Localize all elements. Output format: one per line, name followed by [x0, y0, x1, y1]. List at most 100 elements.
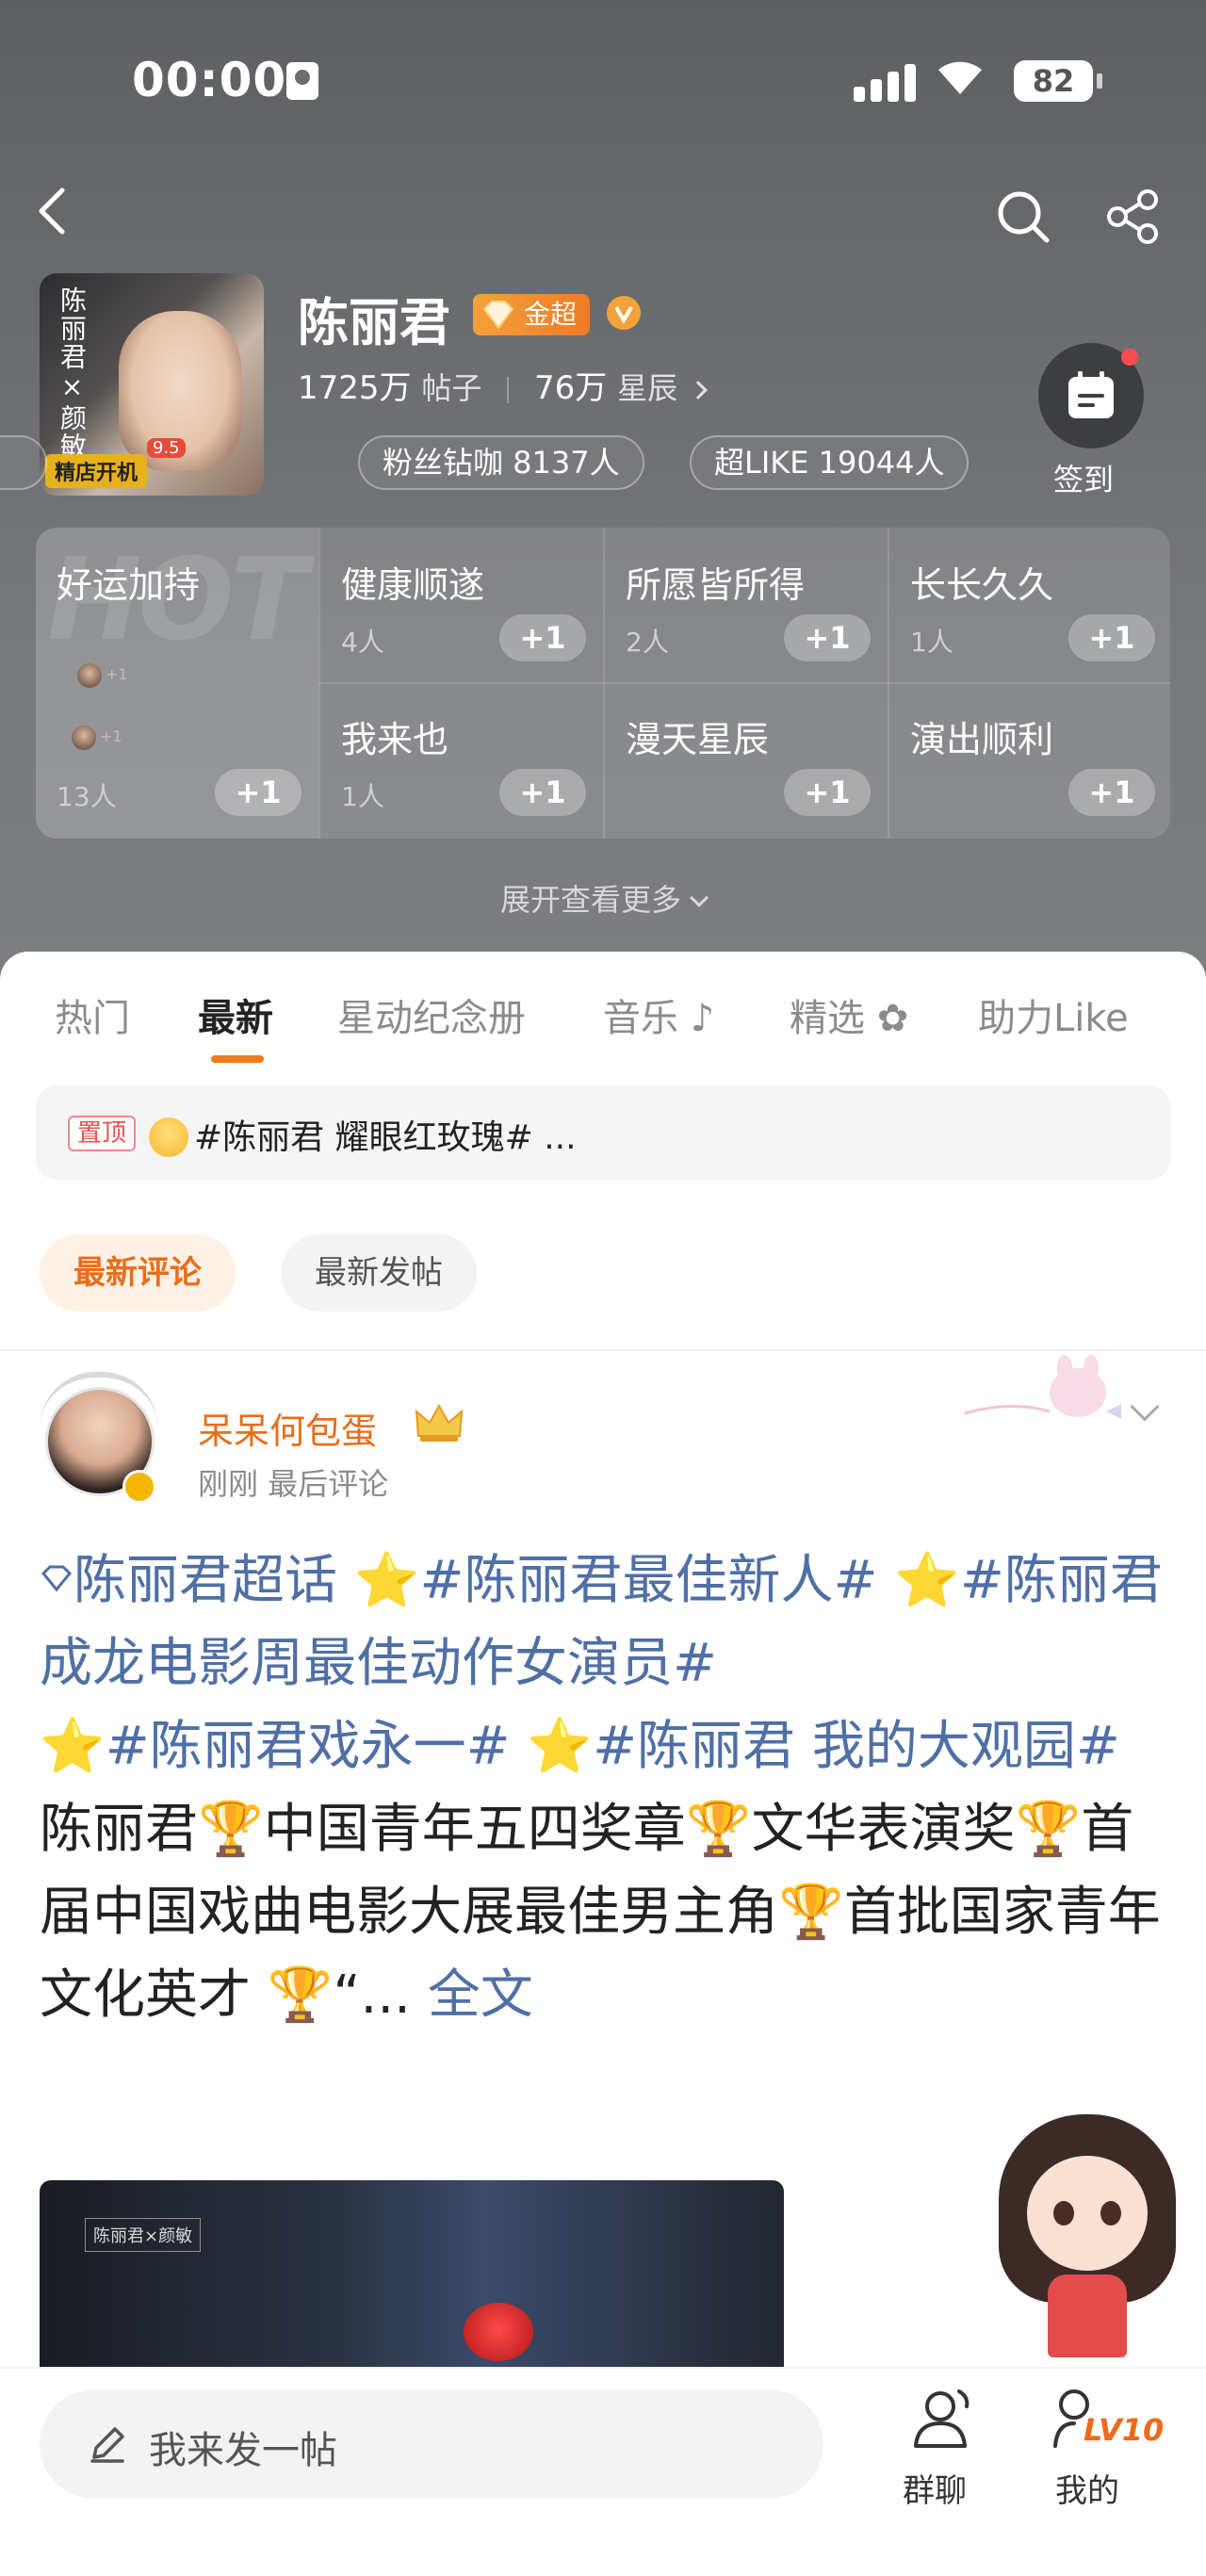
- feed-panel: 热门 最新 星动纪念册 音乐 ♪ 精选 ✿ 助力Like 置顶 #陈丽君 耀眼红…: [0, 952, 1206, 2576]
- author-avatar[interactable]: [40, 1372, 158, 1504]
- stardust-label: 星辰: [617, 370, 678, 406]
- gold-super-badge[interactable]: 金超: [473, 294, 591, 335]
- tab-boost-like[interactable]: 助力Like: [978, 987, 1129, 1042]
- wishes-grid: HOT 好运加持 +1 +1 13人 +1 健康顺遂 4人 +1 所愿皆所得 2…: [36, 528, 1170, 839]
- wish-featured-count: 13人: [57, 781, 117, 812]
- avatar: [77, 663, 102, 688]
- trophy-icon: 🏆: [1015, 1799, 1082, 1860]
- diamond-icon: [41, 1565, 73, 1592]
- red-flower-graphic: [464, 2303, 533, 2361]
- plus-one-button[interactable]: +1: [499, 769, 586, 816]
- plus-one-button[interactable]: +1: [1068, 614, 1155, 661]
- wish-title: 漫天星辰: [626, 719, 770, 760]
- body-text: 陈丽君: [40, 1799, 198, 1860]
- compose-placeholder: 我来发一帖: [149, 2429, 337, 2472]
- bunny-sticker-icon: [964, 1355, 1121, 1419]
- group-chat-button[interactable]: 群聊: [899, 2384, 984, 2516]
- contact-card-icon: [286, 62, 318, 100]
- back-arrow-icon[interactable]: [30, 185, 77, 237]
- hashtag-link[interactable]: #陈丽君戏永一#: [106, 1716, 528, 1777]
- avatar: [72, 726, 96, 750]
- group-stats[interactable]: 1725万 帖子 76万 星辰: [298, 362, 708, 408]
- chevron-down-icon: [690, 889, 709, 907]
- wish-count: 2人: [626, 627, 669, 658]
- star-icon: ⭐: [353, 1550, 420, 1611]
- fan-pills-row: 粉丝钻咖 8137人 超LIKE 19044人: [0, 435, 1036, 490]
- wish-count: 1人: [910, 627, 953, 658]
- pill-partial[interactable]: [0, 435, 47, 490]
- post-image[interactable]: 陈丽君×颜敏: [40, 2180, 784, 2369]
- bottom-bar: 我来发一帖 群聊 LV10 我的: [0, 2367, 1206, 2576]
- wish-title: 健康顺遂: [341, 564, 485, 606]
- pill-fan-diamond[interactable]: 粉丝钻咖 8137人: [358, 435, 644, 490]
- read-full-link[interactable]: 全文: [428, 1965, 533, 2026]
- level-badge: LV10: [1084, 2412, 1165, 2448]
- battery-indicator: 82: [1014, 60, 1102, 102]
- divider: [0, 1349, 1206, 1351]
- checkin-label: 签到: [1053, 462, 1115, 497]
- mini-plus-label: +1: [106, 665, 128, 683]
- body-text: 中国青年五四奖章: [263, 1799, 686, 1860]
- trophy-icon: 🏆: [267, 1965, 334, 2026]
- tab-music-label: 音乐: [603, 997, 678, 1040]
- trophy-icon: 🏆: [685, 1799, 752, 1860]
- filter-latest-comment[interactable]: 最新评论: [40, 1234, 236, 1312]
- stats-separator: [507, 376, 510, 403]
- tab-music[interactable]: 音乐 ♪: [603, 987, 714, 1042]
- plus-one-button[interactable]: +1: [499, 614, 586, 661]
- star-icon: ⭐: [894, 1550, 960, 1611]
- tab-featured[interactable]: 精选 ✿: [790, 987, 908, 1042]
- search-icon[interactable]: [995, 188, 1051, 245]
- plus-one-button[interactable]: +1: [215, 769, 302, 816]
- chevron-right-icon: [688, 380, 708, 399]
- pill-super-like[interactable]: 超LIKE 19044人: [690, 435, 970, 490]
- my-profile-label: 我的: [1055, 2472, 1119, 2510]
- filter-latest-post[interactable]: 最新发帖: [281, 1234, 477, 1312]
- super-topic-text[interactable]: 陈丽君超话: [73, 1550, 354, 1611]
- wish-title: 我来也: [341, 719, 449, 760]
- pinned-post[interactable]: 置顶 #陈丽君 耀眼红玫瑰# ...: [36, 1085, 1170, 1180]
- star-icon: ⭐: [527, 1716, 594, 1777]
- mascot-face: [1027, 2156, 1148, 2271]
- wish-featured-title: 好运加持: [57, 564, 201, 606]
- share-icon[interactable]: [1104, 188, 1163, 245]
- verified-icon: [122, 1470, 156, 1504]
- posts-count: 1725万: [298, 369, 412, 407]
- verified-icon: [607, 296, 641, 330]
- wish-title: 演出顺利: [910, 719, 1054, 760]
- pencil-icon: [90, 2427, 124, 2463]
- tab-hot[interactable]: 热门: [55, 987, 130, 1042]
- hashtag-link[interactable]: #陈丽君 我的大观园#: [593, 1716, 1120, 1777]
- checkin-button[interactable]: [1038, 343, 1144, 448]
- calendar-icon: [1068, 371, 1114, 418]
- expand-more-button[interactable]: 展开查看更多: [0, 876, 1206, 920]
- more-options-icon[interactable]: [1130, 1392, 1160, 1422]
- plus-one-button[interactable]: +1: [784, 769, 871, 816]
- mascot-floating-icon[interactable]: [995, 2114, 1180, 2359]
- wish-featured[interactable]: HOT 好运加持 +1 +1 13人 +1: [36, 528, 318, 839]
- body-text: 文华表演奖: [751, 1799, 1016, 1860]
- group-chat-label: 群聊: [903, 2472, 967, 2510]
- trophy-icon: 🏆: [778, 1882, 844, 1943]
- author-name[interactable]: 呆呆何包蛋: [198, 1402, 377, 1454]
- mascot-body: [1048, 2274, 1127, 2357]
- tab-featured-label: 精选: [790, 997, 865, 1040]
- post-content[interactable]: 陈丽君超话 ⭐#陈丽君最佳新人# ⭐#陈丽君成龙电影周最佳动作女演员# ⭐#陈丽…: [40, 1540, 1170, 2037]
- stardust-count: 76万: [533, 369, 608, 407]
- diamond-icon: [482, 301, 514, 330]
- my-profile-button[interactable]: LV10 我的: [1050, 2384, 1164, 2516]
- plus-one-button[interactable]: +1: [1068, 769, 1155, 816]
- tab-latest[interactable]: 最新: [198, 987, 273, 1042]
- post-time: 刚刚 最后评论: [198, 1466, 389, 1502]
- plus-one-button[interactable]: +1: [784, 614, 871, 661]
- wish-title: 长长久久: [910, 564, 1054, 606]
- signal-icon: [854, 64, 916, 102]
- active-tab-indicator: [211, 1055, 264, 1063]
- pinned-tag: 置顶: [68, 1116, 137, 1151]
- emoji-icon: [149, 1117, 188, 1157]
- tab-star-album[interactable]: 星动纪念册: [337, 987, 526, 1042]
- hashtag-link[interactable]: #陈丽君最佳新人#: [420, 1550, 895, 1611]
- compose-post-button[interactable]: 我来发一帖: [40, 2389, 823, 2499]
- wish-title: 所愿皆所得: [626, 564, 806, 606]
- crown-icon: [415, 1403, 464, 1442]
